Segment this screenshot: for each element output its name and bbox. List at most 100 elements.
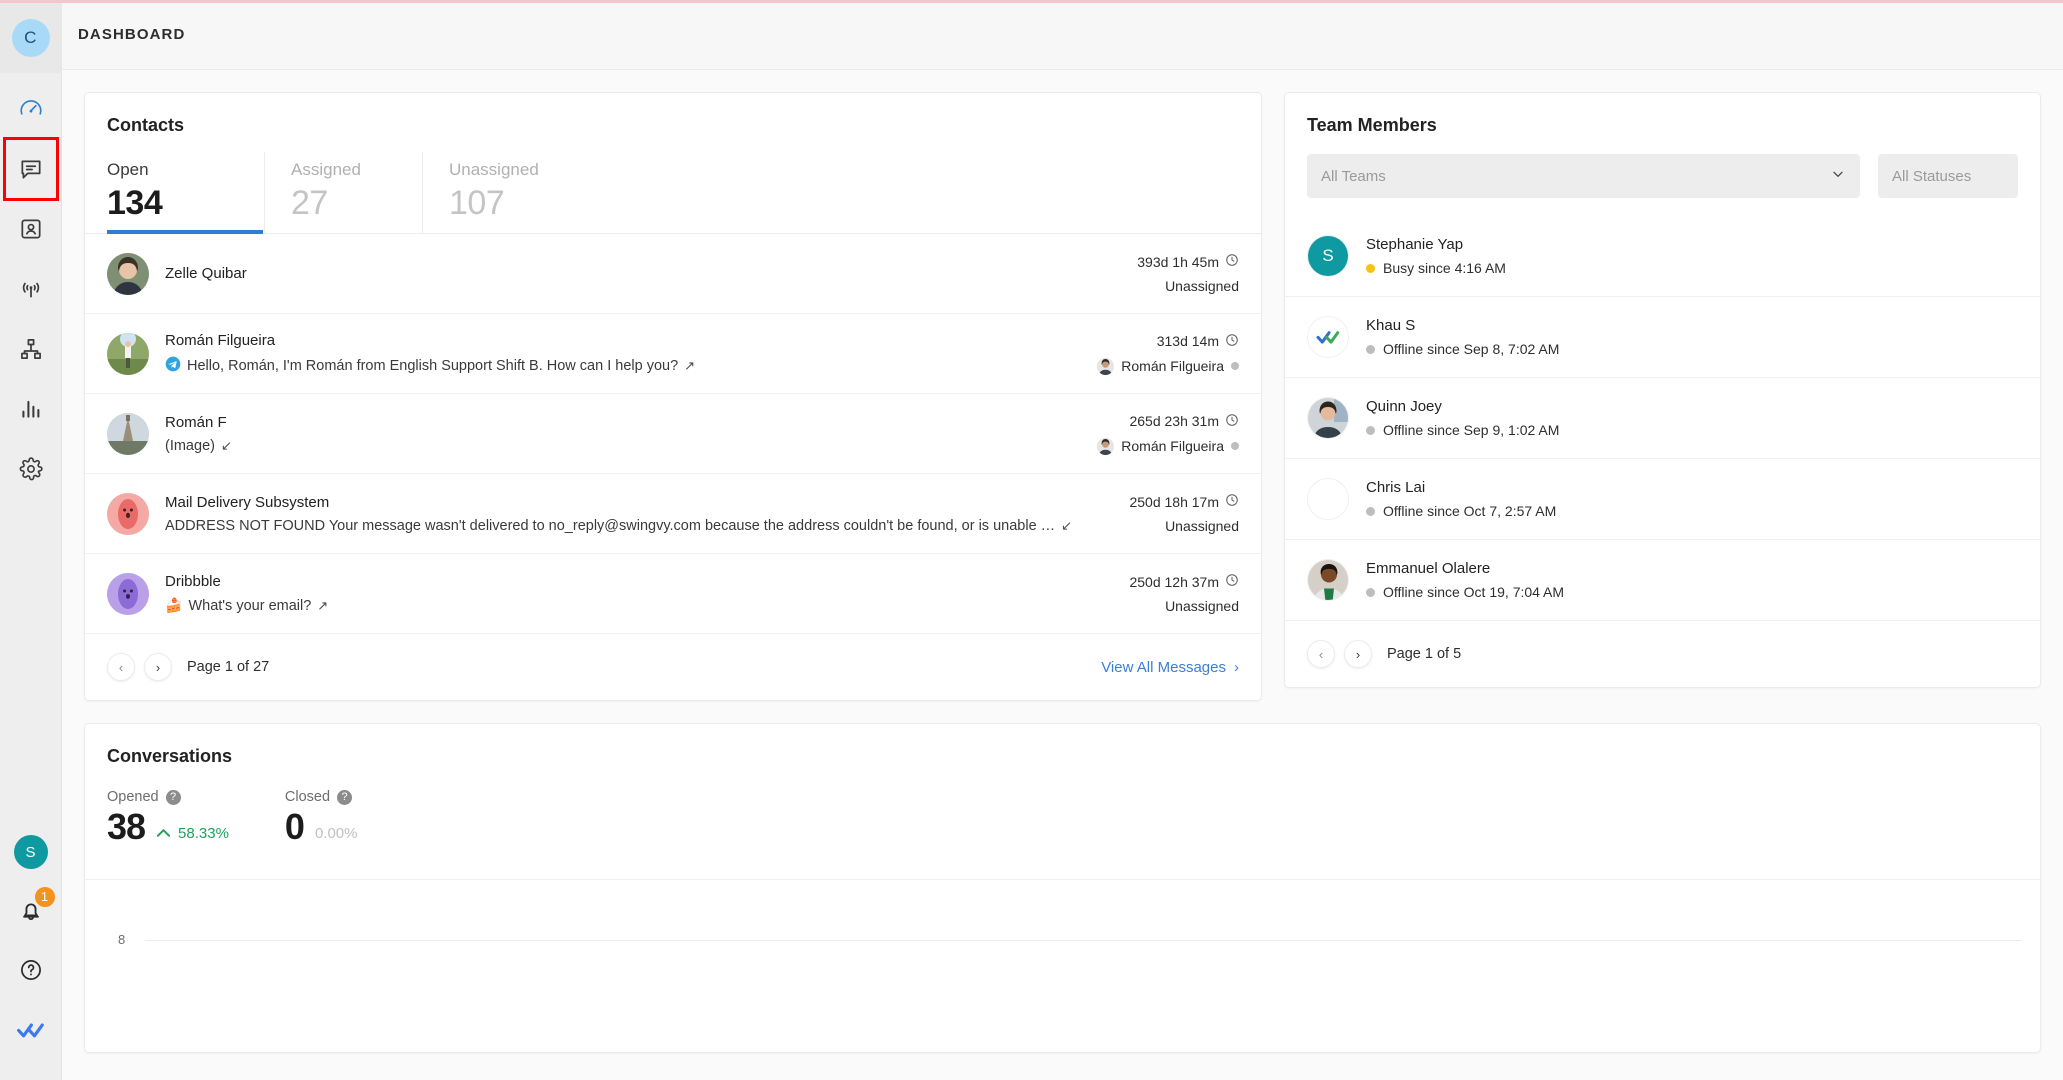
- avatar: [107, 572, 149, 615]
- tab-assigned[interactable]: Assigned 27: [265, 152, 423, 233]
- prev-page-button[interactable]: ‹: [1307, 640, 1335, 668]
- help-circle-icon[interactable]: ?: [337, 789, 353, 805]
- contacts-tabs: Open 134 Assigned 27 Unassigned 107: [85, 152, 1261, 234]
- avatar: [1307, 397, 1349, 439]
- table-row[interactable]: Román Filgueira Hello, Román, I'm Román …: [85, 314, 1261, 394]
- member-name: Khau S: [1366, 317, 1416, 334]
- status-filter-select[interactable]: All Statuses: [1878, 154, 2018, 198]
- sidebar-item-automation[interactable]: [5, 319, 57, 379]
- clock-icon: [1225, 573, 1239, 590]
- team-filter-select[interactable]: All Teams: [1307, 154, 1860, 198]
- assignee-avatar: [1097, 437, 1115, 455]
- next-page-button[interactable]: ›: [1344, 640, 1372, 668]
- contact-name: Mail Delivery Subsystem: [165, 493, 330, 511]
- clock-icon: [1225, 493, 1239, 510]
- stat-closed-value: 0: [284, 806, 305, 847]
- list-item[interactable]: Quinn Joey Offline since Sep 9, 1:02 AM: [1285, 378, 2040, 459]
- sidebar-item-reports[interactable]: [5, 379, 57, 439]
- sidebar-item-broadcasts[interactable]: [5, 259, 57, 319]
- row-assignee: Román Filgueira: [1097, 357, 1239, 375]
- row-assignee: Unassigned: [1129, 598, 1239, 614]
- table-row[interactable]: Dribbble 🍰 What's your email? ↗ 250d 12h…: [85, 554, 1261, 634]
- member-name: Chris Lai: [1366, 479, 1426, 496]
- status-dot-busy: [1366, 263, 1375, 273]
- row-message: 🍰 What's your email? ↗: [165, 597, 1111, 614]
- team-filter-value: All Teams: [1321, 167, 1386, 185]
- double-check-logo-icon: [1308, 317, 1348, 357]
- member-name: Stephanie Yap: [1366, 236, 1464, 253]
- y-axis-tick: 8: [118, 932, 126, 947]
- next-page-button[interactable]: ›: [144, 653, 172, 681]
- member-info: Emmanuel Olalere Offline since Oct 19, 7…: [1366, 560, 1564, 600]
- row-time: 313d 14m: [1097, 333, 1239, 350]
- list-item[interactable]: Khau S Offline since Sep 8, 7:02 AM: [1285, 297, 2040, 378]
- clock-icon: [1225, 333, 1239, 350]
- sidebar-item-contacts[interactable]: [5, 199, 57, 259]
- chat-bubble-icon: [18, 156, 44, 182]
- conversations-card-title: Conversations: [107, 746, 233, 766]
- notification-badge: 1: [32, 884, 57, 909]
- row-meta: 313d 14m Román Filgueira: [1079, 333, 1239, 375]
- avatar: [107, 332, 149, 375]
- app-root: C S 1 DASHBOARD Contacts Open 134 Assign…: [0, 0, 2063, 1080]
- user-avatar-slot[interactable]: S: [5, 822, 57, 882]
- assignee-avatar: [1097, 357, 1115, 375]
- avatar[interactable]: S: [13, 835, 48, 869]
- clock-icon: [1225, 253, 1239, 270]
- member-status: Busy since 4:16 AM: [1366, 260, 1506, 276]
- help-circle-icon[interactable]: ?: [165, 789, 181, 805]
- status-dot-offline: [1231, 362, 1239, 370]
- stat-opened-value: 38: [107, 806, 146, 847]
- telegram-icon: [165, 356, 181, 376]
- avatar: [107, 492, 149, 535]
- list-item[interactable]: Emmanuel Olalere Offline since Oct 19, 7…: [1285, 540, 2040, 621]
- stat-opened-label: Opened: [107, 789, 159, 805]
- sidebar-item-settings[interactable]: [5, 439, 57, 499]
- prev-page-button[interactable]: ‹: [107, 653, 135, 681]
- app-logo: [5, 1002, 57, 1062]
- row-meta: 393d 1h 45m Unassigned: [1119, 253, 1239, 295]
- tab-open[interactable]: Open 134: [107, 152, 265, 234]
- view-all-messages-link[interactable]: View All Messages ›: [1101, 659, 1239, 676]
- table-row[interactable]: Zelle Quibar 393d 1h 45m Unassigned: [85, 234, 1261, 314]
- member-status-text: Offline since Oct 19, 7:04 AM: [1383, 584, 1565, 600]
- row-main: Román Filgueira Hello, Román, I'm Román …: [165, 332, 1079, 376]
- conversations-card: Conversations Opened ? 38 58.33% Closed …: [84, 723, 2041, 1053]
- workspace-avatar[interactable]: C: [11, 19, 50, 57]
- list-item[interactable]: S Stephanie Yap Busy since 4:16 AM: [1285, 216, 2040, 297]
- member-status-text: Offline since Sep 8, 7:02 AM: [1383, 341, 1560, 357]
- table-row[interactable]: Román F (Image) ↙ 265d 23h 31m Román Fil…: [85, 394, 1261, 474]
- row-assignee-text: Unassigned: [1165, 518, 1239, 534]
- arrow-outgoing-icon: ↗: [317, 597, 329, 613]
- clock-icon: [1225, 413, 1239, 430]
- sidebar-item-dashboard[interactable]: [5, 79, 57, 139]
- team-footer: ‹ › Page 1 of 5: [1285, 621, 2040, 687]
- tab-unassigned[interactable]: Unassigned 107: [423, 152, 581, 233]
- row-message: (Image) ↙: [165, 438, 1079, 454]
- sidebar-nav: [0, 79, 61, 499]
- stat-closed: Closed ? 0 0.00%: [285, 789, 358, 845]
- row-message-text: Hello, Román, I'm Román from English Sup…: [187, 357, 679, 374]
- sidebar: C S 1: [0, 0, 62, 1080]
- table-row[interactable]: Mail Delivery Subsystem ADDRESS NOT FOUN…: [85, 474, 1261, 554]
- notifications-button[interactable]: 1: [5, 882, 57, 942]
- arrow-outgoing-icon: ↗: [684, 357, 696, 373]
- workspace-avatar-wrap[interactable]: C: [0, 3, 62, 73]
- row-time: 250d 18h 17m: [1129, 493, 1239, 510]
- tab-assigned-value: 27: [291, 184, 328, 222]
- row-assignee-text: Unassigned: [1165, 278, 1239, 294]
- avatar: S: [1307, 235, 1349, 277]
- list-item[interactable]: Chris Lai Offline since Oct 7, 2:57 AM: [1285, 459, 2040, 540]
- stat-opened-value-row: 38 58.33%: [107, 809, 229, 845]
- row-time-text: 250d 12h 37m: [1129, 573, 1219, 590]
- sidebar-item-messages[interactable]: [2, 137, 59, 201]
- row-main: Zelle Quibar: [165, 265, 1119, 282]
- arrow-incoming-icon: ↙: [1061, 517, 1073, 533]
- top-accent-line: [0, 0, 2063, 3]
- help-circle-icon: [18, 957, 44, 988]
- row-assignee-text: Unassigned: [1165, 598, 1239, 614]
- row-time-text: 265d 23h 31m: [1129, 413, 1219, 429]
- help-button[interactable]: [5, 942, 57, 1002]
- arrow-up-icon: [156, 825, 171, 842]
- row-message-text: ADDRESS NOT FOUND Your message wasn't de…: [165, 517, 1056, 534]
